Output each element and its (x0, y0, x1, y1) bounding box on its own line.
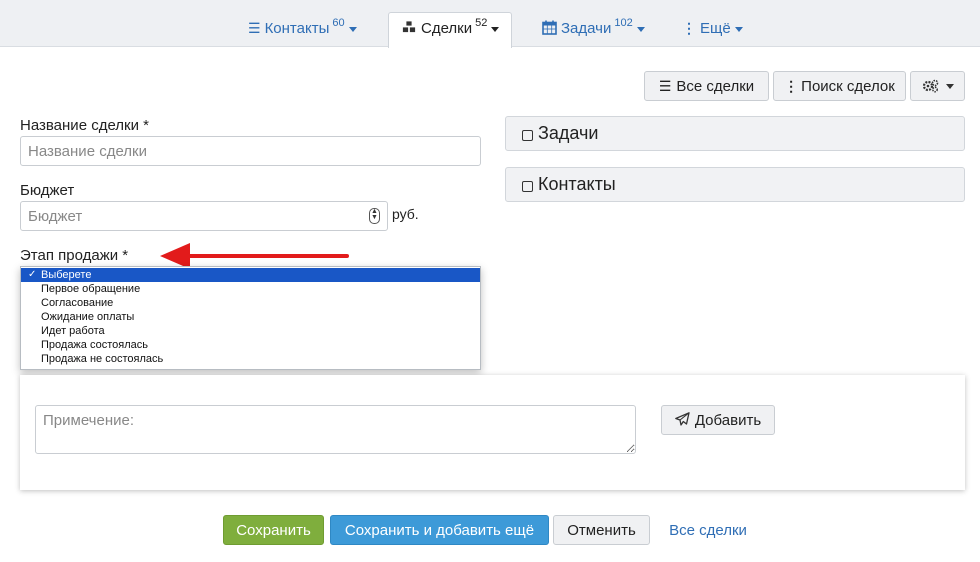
cubes-icon (401, 20, 417, 37)
dropdown-option[interactable]: Продажа состоялась (21, 338, 480, 352)
checkbox-icon (522, 129, 533, 141)
tab-deals[interactable]: Сделки 52 (388, 12, 513, 48)
dropdown-option[interactable]: Ожидание оплаты (21, 310, 480, 324)
tab-tasks-count: 102 (614, 17, 633, 29)
checkbox-icon (522, 180, 533, 192)
cancel-button[interactable]: Отменить (553, 515, 650, 545)
dropdown-option-label: Выберете (41, 269, 92, 281)
chevron-down-icon (945, 83, 954, 89)
top-nav: ☰ Контакты 60 Сделки 52 Задачи 102 ⋮ Ещё (0, 0, 980, 48)
save-and-add-button[interactable]: Сохранить и добавить ещё (330, 515, 549, 545)
dropdown-option[interactable]: Согласование (21, 296, 480, 310)
checkmark-icon: ✓ (28, 269, 37, 280)
add-note-button[interactable]: Добавить (661, 405, 775, 435)
tab-deals-label: Сделки (421, 20, 473, 37)
ellipsis-vertical-icon: ⋮ (784, 77, 799, 94)
add-note-button-label: Добавить (694, 411, 762, 429)
calendar-icon (542, 20, 557, 38)
tab-contacts-label: Контакты (264, 20, 330, 37)
note-textarea[interactable] (35, 405, 636, 454)
budget-label: Бюджет (20, 182, 75, 199)
tasks-panel-title: Задачи (538, 123, 599, 143)
paper-plane-icon (674, 411, 690, 429)
chevron-down-icon (491, 27, 500, 32)
dropdown-option-label: Первое обращение (41, 283, 141, 295)
tab-more-label: Ещё (700, 20, 731, 37)
all-deals-button[interactable]: ☰ Все сделки (644, 71, 769, 101)
contacts-panel-title: Контакты (538, 174, 616, 194)
dropdown-option[interactable]: Идет работа (21, 324, 480, 338)
chevron-down-icon (636, 27, 645, 32)
dropdown-option[interactable]: Первое обращение (21, 282, 480, 296)
tab-contacts[interactable]: ☰ Контакты 60 (248, 14, 357, 47)
currency-label: руб. (392, 206, 419, 222)
search-deals-button-label: Поиск сделок (801, 77, 895, 95)
sales-stage-label: Этап продажи * (20, 247, 129, 264)
search-deals-button[interactable]: ⋮ Поиск сделок (773, 71, 906, 101)
tab-tasks-label: Задачи (561, 20, 612, 37)
sales-stage-dropdown[interactable]: ✓ Выберете Первое обращение Согласование… (20, 266, 481, 370)
gears-icon (922, 79, 940, 93)
number-spinner-icon[interactable]: ▲ ▼ (369, 208, 380, 224)
deal-name-label: Название сделки * (20, 117, 149, 134)
tab-tasks[interactable]: Задачи 102 (542, 14, 645, 47)
dropdown-option-label: Ожидание оплаты (41, 311, 135, 323)
list-icon: ☰ (658, 77, 672, 94)
dropdown-option-label: Продажа не состоялась (41, 353, 164, 365)
dropdown-option-label: Продажа состоялась (41, 339, 148, 351)
all-deals-button-label: Все сделки (676, 77, 755, 95)
list-icon: ☰ (248, 20, 261, 36)
chevron-down-icon (734, 27, 743, 32)
tab-more[interactable]: ⋮ Ещё (682, 14, 743, 47)
all-deals-link[interactable]: Все сделки (667, 515, 749, 545)
contacts-panel-header[interactable]: Контакты (505, 167, 965, 202)
save-button[interactable]: Сохранить (223, 515, 324, 545)
dropdown-option[interactable]: Продажа не состоялась (21, 352, 480, 366)
budget-input[interactable] (20, 201, 388, 231)
dropdown-option-label: Идет работа (41, 325, 105, 337)
tab-contacts-count: 60 (332, 17, 345, 29)
tasks-panel-header[interactable]: Задачи (505, 116, 965, 151)
deal-name-input[interactable] (20, 136, 481, 166)
chevron-down-icon (348, 27, 357, 32)
ellipsis-vertical-icon: ⋮ (682, 20, 696, 36)
dropdown-option-label: Согласование (41, 297, 114, 309)
note-card: Добавить (20, 375, 965, 490)
settings-button[interactable] (910, 71, 965, 101)
tab-deals-count: 52 (475, 17, 488, 29)
dropdown-option[interactable]: ✓ Выберете (21, 268, 480, 282)
